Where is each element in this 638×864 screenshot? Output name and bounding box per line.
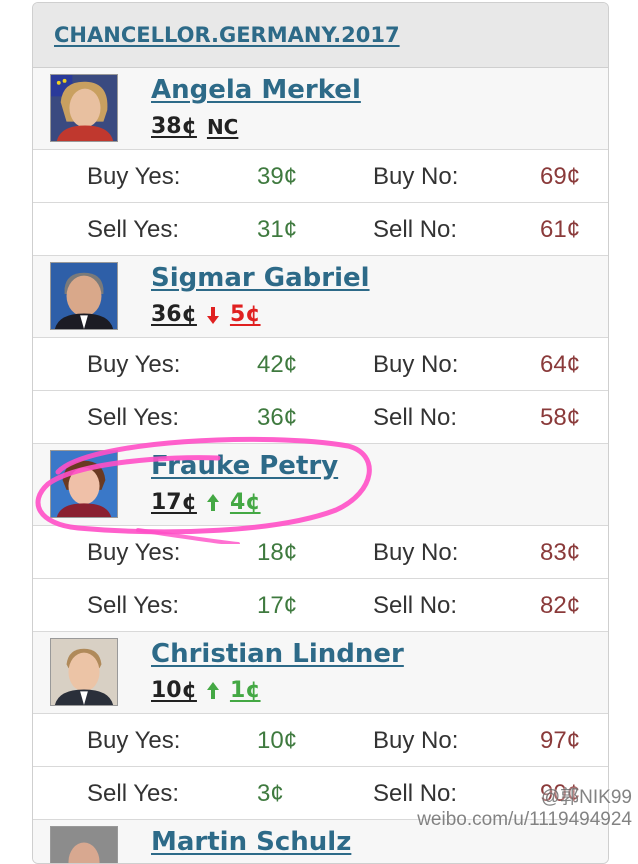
sell-yes-label: Sell Yes:: [87, 216, 180, 243]
candidate-name-link[interactable]: Angela Merkel: [151, 75, 361, 105]
sell-no-label: Sell No:: [373, 592, 458, 619]
watermark-url: weibo.com/u/1119494924: [417, 809, 632, 830]
buy-no-label: Buy No:: [373, 727, 459, 754]
sell-yes-price[interactable]: 31¢: [257, 216, 297, 244]
buy-yes-label: Buy Yes:: [87, 163, 181, 190]
candidate-name-link[interactable]: Christian Lindner: [151, 639, 404, 669]
avatar-merkel[interactable]: [50, 74, 118, 142]
current-price[interactable]: 17¢: [151, 490, 197, 515]
trade-row-buy: Buy Yes: 42¢ Buy No: 64¢: [33, 338, 608, 391]
sell-no-label: Sell No:: [373, 216, 458, 243]
panel-header: CHANCELLOR.GERMANY.2017: [33, 3, 608, 68]
buy-no-label: Buy No:: [373, 351, 459, 378]
current-price[interactable]: 10¢: [151, 678, 197, 703]
watermark-handle: @郭NIK99: [540, 787, 632, 808]
current-price[interactable]: 36¢: [151, 302, 197, 327]
trade-row-buy: Buy Yes: 18¢ Buy No: 83¢: [33, 526, 608, 579]
buy-no-label: Buy No:: [373, 163, 459, 190]
sell-yes-price[interactable]: 17¢: [257, 592, 297, 620]
up-arrow-icon: [205, 493, 221, 513]
candidate-row-merkel: Angela Merkel 38¢ NC: [33, 68, 608, 150]
buy-yes-price[interactable]: 39¢: [257, 163, 297, 191]
sell-no-label: Sell No:: [373, 404, 458, 431]
price-change-nc[interactable]: NC: [207, 115, 238, 139]
trade-row-buy: Buy Yes: 10¢ Buy No: 97¢: [33, 714, 608, 767]
sell-no-price[interactable]: 82¢: [540, 592, 580, 620]
sell-yes-price[interactable]: 3¢: [257, 780, 284, 808]
buy-no-price[interactable]: 64¢: [540, 351, 580, 379]
price-line: 36¢ 5¢: [151, 302, 261, 327]
candidate-row-lindner: Christian Lindner 10¢ 1¢: [33, 632, 608, 714]
trade-row-sell: Sell Yes: 36¢ Sell No: 58¢: [33, 391, 608, 444]
price-change[interactable]: 1¢: [230, 678, 261, 703]
market-panel: CHANCELLOR.GERMANY.2017 Angela Merkel 38…: [32, 2, 609, 864]
candidate-name-link[interactable]: Martin Schulz: [151, 827, 351, 857]
buy-no-label: Buy No:: [373, 539, 459, 566]
buy-yes-label: Buy Yes:: [87, 351, 181, 378]
sell-no-price[interactable]: 58¢: [540, 404, 580, 432]
buy-yes-label: Buy Yes:: [87, 539, 181, 566]
avatar-petry[interactable]: [50, 450, 118, 518]
candidate-row-petry: Frauke Petry 17¢ 4¢: [33, 444, 608, 526]
sell-yes-label: Sell Yes:: [87, 404, 180, 431]
sell-no-price[interactable]: 61¢: [540, 216, 580, 244]
down-arrow-icon: [205, 305, 221, 325]
market-title-link[interactable]: CHANCELLOR.GERMANY.2017: [54, 23, 400, 47]
buy-no-price[interactable]: 97¢: [540, 727, 580, 755]
price-line: 17¢ 4¢: [151, 490, 261, 515]
trade-row-sell: Sell Yes: 31¢ Sell No: 61¢: [33, 203, 608, 256]
trade-row-sell: Sell Yes: 17¢ Sell No: 82¢: [33, 579, 608, 632]
weibo-watermark: @郭NIK99 weibo.com/u/1119494924: [417, 787, 632, 831]
buy-yes-price[interactable]: 10¢: [257, 727, 297, 755]
price-change[interactable]: 5¢: [230, 302, 261, 327]
avatar-gabriel[interactable]: [50, 262, 118, 330]
current-price[interactable]: 38¢: [151, 114, 197, 139]
price-line: 10¢ 1¢: [151, 678, 261, 703]
sell-yes-label: Sell Yes:: [87, 780, 180, 807]
buy-yes-price[interactable]: 18¢: [257, 539, 297, 567]
candidate-row-gabriel: Sigmar Gabriel 36¢ 5¢: [33, 256, 608, 338]
buy-no-price[interactable]: 69¢: [540, 163, 580, 191]
candidate-name-link[interactable]: Frauke Petry: [151, 451, 338, 481]
buy-yes-label: Buy Yes:: [87, 727, 181, 754]
trade-row-buy: Buy Yes: 39¢ Buy No: 69¢: [33, 150, 608, 203]
buy-no-price[interactable]: 83¢: [540, 539, 580, 567]
buy-yes-price[interactable]: 42¢: [257, 351, 297, 379]
price-change[interactable]: 4¢: [230, 490, 261, 515]
sell-yes-price[interactable]: 36¢: [257, 404, 297, 432]
up-arrow-icon: [205, 681, 221, 701]
price-line: 38¢ NC: [151, 114, 238, 139]
avatar-lindner[interactable]: [50, 638, 118, 706]
candidate-name-link[interactable]: Sigmar Gabriel: [151, 263, 370, 293]
avatar-schulz[interactable]: [50, 826, 118, 863]
sell-yes-label: Sell Yes:: [87, 592, 180, 619]
